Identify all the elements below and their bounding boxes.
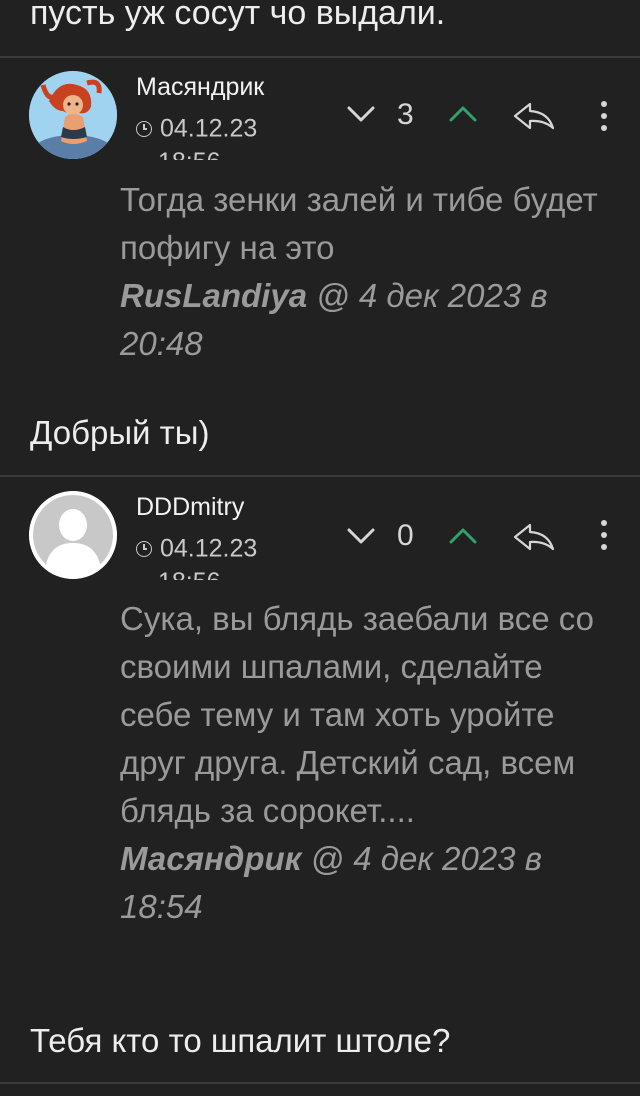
- reply-arrow-icon: [513, 523, 555, 551]
- clock-icon: [136, 121, 152, 137]
- more-options-button[interactable]: [598, 99, 610, 138]
- comment-timestamp: 04.12.23 18:56: [136, 110, 286, 160]
- upvote-button[interactable]: [448, 526, 478, 551]
- more-vertical-icon: [601, 101, 607, 131]
- divider: [0, 56, 640, 58]
- avatar[interactable]: [29, 491, 117, 579]
- quote-author-link[interactable]: Масяндрик: [120, 840, 301, 877]
- reply-arrow-icon: [513, 102, 555, 130]
- more-options-button[interactable]: [598, 518, 610, 557]
- downvote-chevron-icon: [347, 528, 375, 544]
- vote-score: 3: [397, 98, 414, 131]
- comment-author[interactable]: DDDmitry: [136, 493, 244, 522]
- vote-score: 0: [397, 519, 414, 552]
- upvote-chevron-icon: [449, 528, 477, 544]
- comment-reply-text: Добрый ты): [30, 414, 210, 451]
- quoted-text: Сука, вы блядь заебали все со своими шпа…: [120, 600, 594, 925]
- quoted-text: Тогда зенки залей и тибе будет пофигу на…: [120, 181, 598, 362]
- comment-timestamp: 04.12.23 18:56: [136, 530, 286, 580]
- divider: [0, 1082, 640, 1084]
- reply-button[interactable]: [512, 522, 556, 557]
- divider: [0, 475, 640, 477]
- upvote-button[interactable]: [448, 104, 478, 129]
- reply-button[interactable]: [512, 101, 556, 136]
- comment-reply-text: Тебя кто то шпалит штоле?: [30, 1022, 451, 1059]
- clock-icon: [136, 541, 152, 557]
- downvote-button[interactable]: [346, 104, 376, 129]
- previous-comment-text: пусть уж сосут чо выдали.: [30, 0, 446, 32]
- upvote-chevron-icon: [449, 106, 477, 122]
- downvote-button[interactable]: [346, 526, 376, 551]
- avatar[interactable]: [29, 71, 117, 159]
- downvote-chevron-icon: [347, 106, 375, 122]
- default-avatar-icon: [29, 491, 117, 579]
- more-vertical-icon: [601, 520, 607, 550]
- comment-author[interactable]: Масяндрик: [136, 73, 264, 102]
- quote-author-link[interactable]: RusLandiya: [120, 277, 307, 314]
